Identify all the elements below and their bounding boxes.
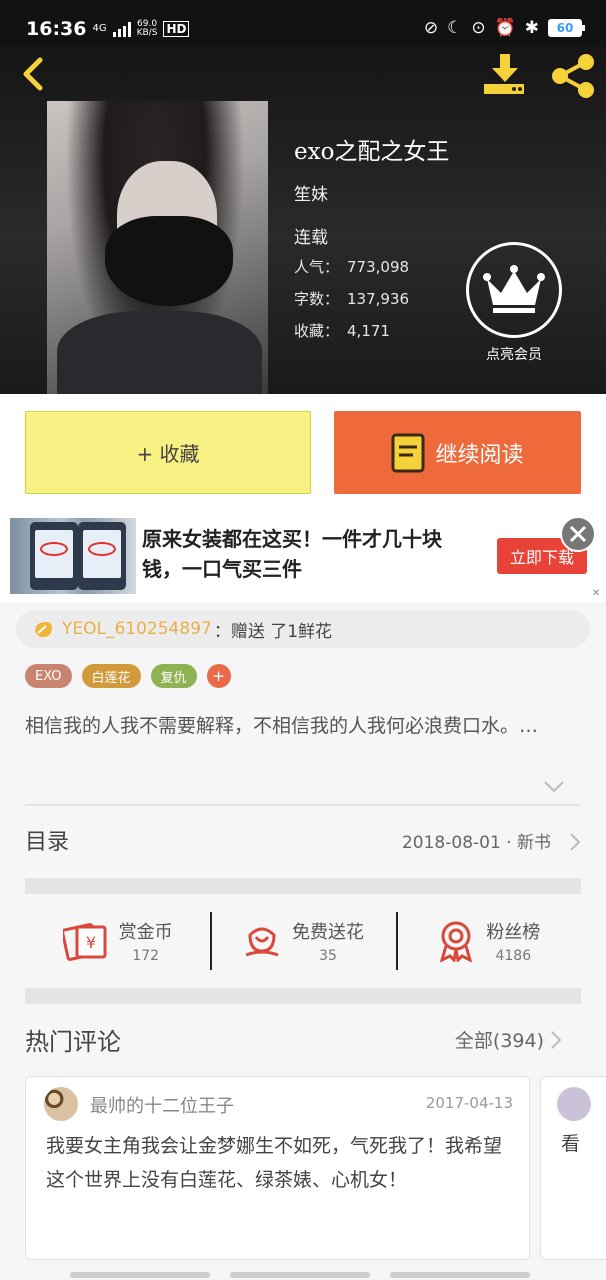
gold-coin-reward[interactable]: ¥ 赏金币 172 [25, 902, 210, 980]
network-type: 4G [92, 23, 107, 34]
status-time: 16:36 [26, 18, 87, 40]
avatar[interactable] [44, 1087, 78, 1121]
hot-comments-title: 热门评论 [25, 1028, 121, 1056]
popularity-label: 人气： [294, 258, 340, 276]
signal-icon [112, 21, 131, 37]
favorite-button[interactable]: + 收藏 [25, 411, 311, 494]
reward-stats: ¥ 赏金币 172 免费送花 35 粉丝榜 4186 [25, 902, 581, 980]
word-count-label: 字数： [294, 290, 340, 308]
ad-image[interactable] [10, 518, 136, 594]
action-bar: + 收藏 继续阅读 [0, 394, 606, 510]
book-intro[interactable]: 相信我的人我不需要解释，不相信我的人我何必浪费口水。… [25, 710, 580, 742]
comment-text: 看 [561, 1133, 581, 1155]
chevron-right-icon [570, 833, 581, 851]
bluetooth-icon: ✱ [524, 18, 539, 38]
book-status: 连载 [294, 228, 328, 248]
book-author[interactable]: 笙妹 [294, 180, 328, 205]
comment-card[interactable]: 最帅的十二位王子 2017-04-13 我要女主角我会让金梦娜生不如死，气死我了… [25, 1076, 530, 1260]
alarm-icon: ⏰ [494, 18, 516, 38]
stat-title: 赏金币 [118, 922, 173, 943]
network-speed: 69.0 KB/S [137, 20, 158, 38]
book-details: YEOL_610254897 ：赠送 了1鲜花 EXO 白莲花 复仇 + 相信我… [0, 602, 606, 1280]
ad-close-button[interactable] [560, 516, 596, 552]
carousel-indicator [230, 1272, 370, 1278]
comment-user[interactable]: 最帅的十二位王子 [90, 1092, 234, 1118]
tag-item[interactable]: EXO [25, 664, 72, 688]
battery-icon: 60 [548, 19, 585, 37]
wifi-off-icon: ⊘ [423, 18, 439, 38]
ad-text[interactable]: 原来女装都在这买！一件才几十块钱，一口气买三件 [142, 524, 472, 584]
word-count-value: 137,936 [347, 290, 410, 308]
gift-notice: YEOL_610254897 ：赠送 了1鲜花 [16, 610, 590, 648]
flower-gift-icon [35, 622, 52, 638]
vip-button[interactable]: 点亮会员 [464, 242, 564, 372]
catalog-meta: 2018-08-01 · 新书 [401, 833, 551, 853]
free-flower-reward[interactable]: 免费送花 35 [210, 902, 395, 980]
add-tag-button[interactable]: + [206, 664, 231, 688]
book-cover-image[interactable] [47, 101, 268, 394]
stat-value: 172 [132, 948, 160, 964]
book-icon [391, 433, 425, 472]
stat-value: 4186 [495, 948, 532, 964]
section-separator [25, 988, 581, 1004]
share-icon [552, 54, 594, 98]
tag-item[interactable]: 复仇 [150, 664, 197, 688]
download-button[interactable] [480, 52, 530, 96]
vip-label: 点亮会员 [486, 347, 542, 363]
popularity-value: 773,098 [347, 258, 410, 276]
tag-item[interactable]: 白莲花 [81, 664, 141, 688]
stat-title: 免费送花 [291, 922, 364, 943]
crown-icon [466, 242, 562, 338]
stat-title: 粉丝榜 [486, 922, 541, 943]
back-arrow-icon [23, 57, 43, 91]
lock-icon: ⊙ [471, 18, 486, 38]
chevron-right-icon[interactable] [550, 1030, 562, 1050]
collect-value: 4,171 [347, 322, 390, 340]
close-icon [569, 525, 587, 543]
svg-text:¥: ¥ [86, 933, 96, 952]
badge-icon [440, 921, 473, 962]
divider [25, 804, 581, 806]
avatar[interactable] [557, 1087, 591, 1121]
ad-dismiss-icon[interactable]: ✕ [592, 588, 604, 600]
share-button[interactable] [548, 52, 598, 98]
collect-stat: 收藏： 4,171 [294, 320, 390, 341]
hd-indicator: HD [163, 21, 190, 37]
gift-action: ：赠送 了1鲜花 [213, 621, 333, 642]
gold-coin-icon: ¥ [62, 923, 107, 961]
moon-icon: ☾ [447, 18, 463, 38]
catalog-label: 目录 [25, 830, 70, 855]
gift-user[interactable]: YEOL_610254897 [62, 619, 212, 639]
comment-card[interactable]: 看 [540, 1076, 606, 1260]
continue-reading-button[interactable]: 继续阅读 [334, 411, 581, 494]
section-separator [25, 878, 581, 894]
popularity-stat: 人气： 773,098 [294, 256, 409, 277]
download-icon [484, 54, 524, 94]
book-header: exo之配之女王 笙妹 连载 人气： 773,098 字数： 137,936 收藏：… [0, 46, 606, 394]
continue-reading-label: 继续阅读 [435, 442, 524, 468]
flower-icon [245, 927, 279, 957]
tag-list: EXO 白莲花 复仇 + [25, 664, 231, 688]
book-title: exo之配之女王 [294, 139, 450, 165]
carousel-indicator [70, 1272, 210, 1278]
back-button[interactable] [16, 56, 52, 92]
all-comments-link[interactable]: 全部(394) [455, 1026, 544, 1053]
chevron-down-icon[interactable] [543, 780, 565, 794]
stat-value: 35 [319, 948, 337, 964]
ad-banner[interactable]: 原来女装都在这买！一件才几十块钱，一口气买三件 立即下载 [0, 510, 606, 602]
catalog-row[interactable]: 目录 2018-08-01 · 新书 [25, 824, 581, 880]
comment-date: 2017-04-13 [425, 1094, 513, 1112]
word-count-stat: 字数： 137,936 [294, 288, 409, 309]
carousel-indicator [390, 1272, 530, 1278]
fan-ranking[interactable]: 粉丝榜 4186 [395, 902, 581, 980]
speed-unit: KB/S [136, 28, 158, 38]
comment-text: 我要女主角我会让金梦娜生不如死，气死我了！我希望这个世界上没有白莲花、绿茶婊、心… [46, 1135, 503, 1191]
collect-label: 收藏： [294, 322, 340, 340]
